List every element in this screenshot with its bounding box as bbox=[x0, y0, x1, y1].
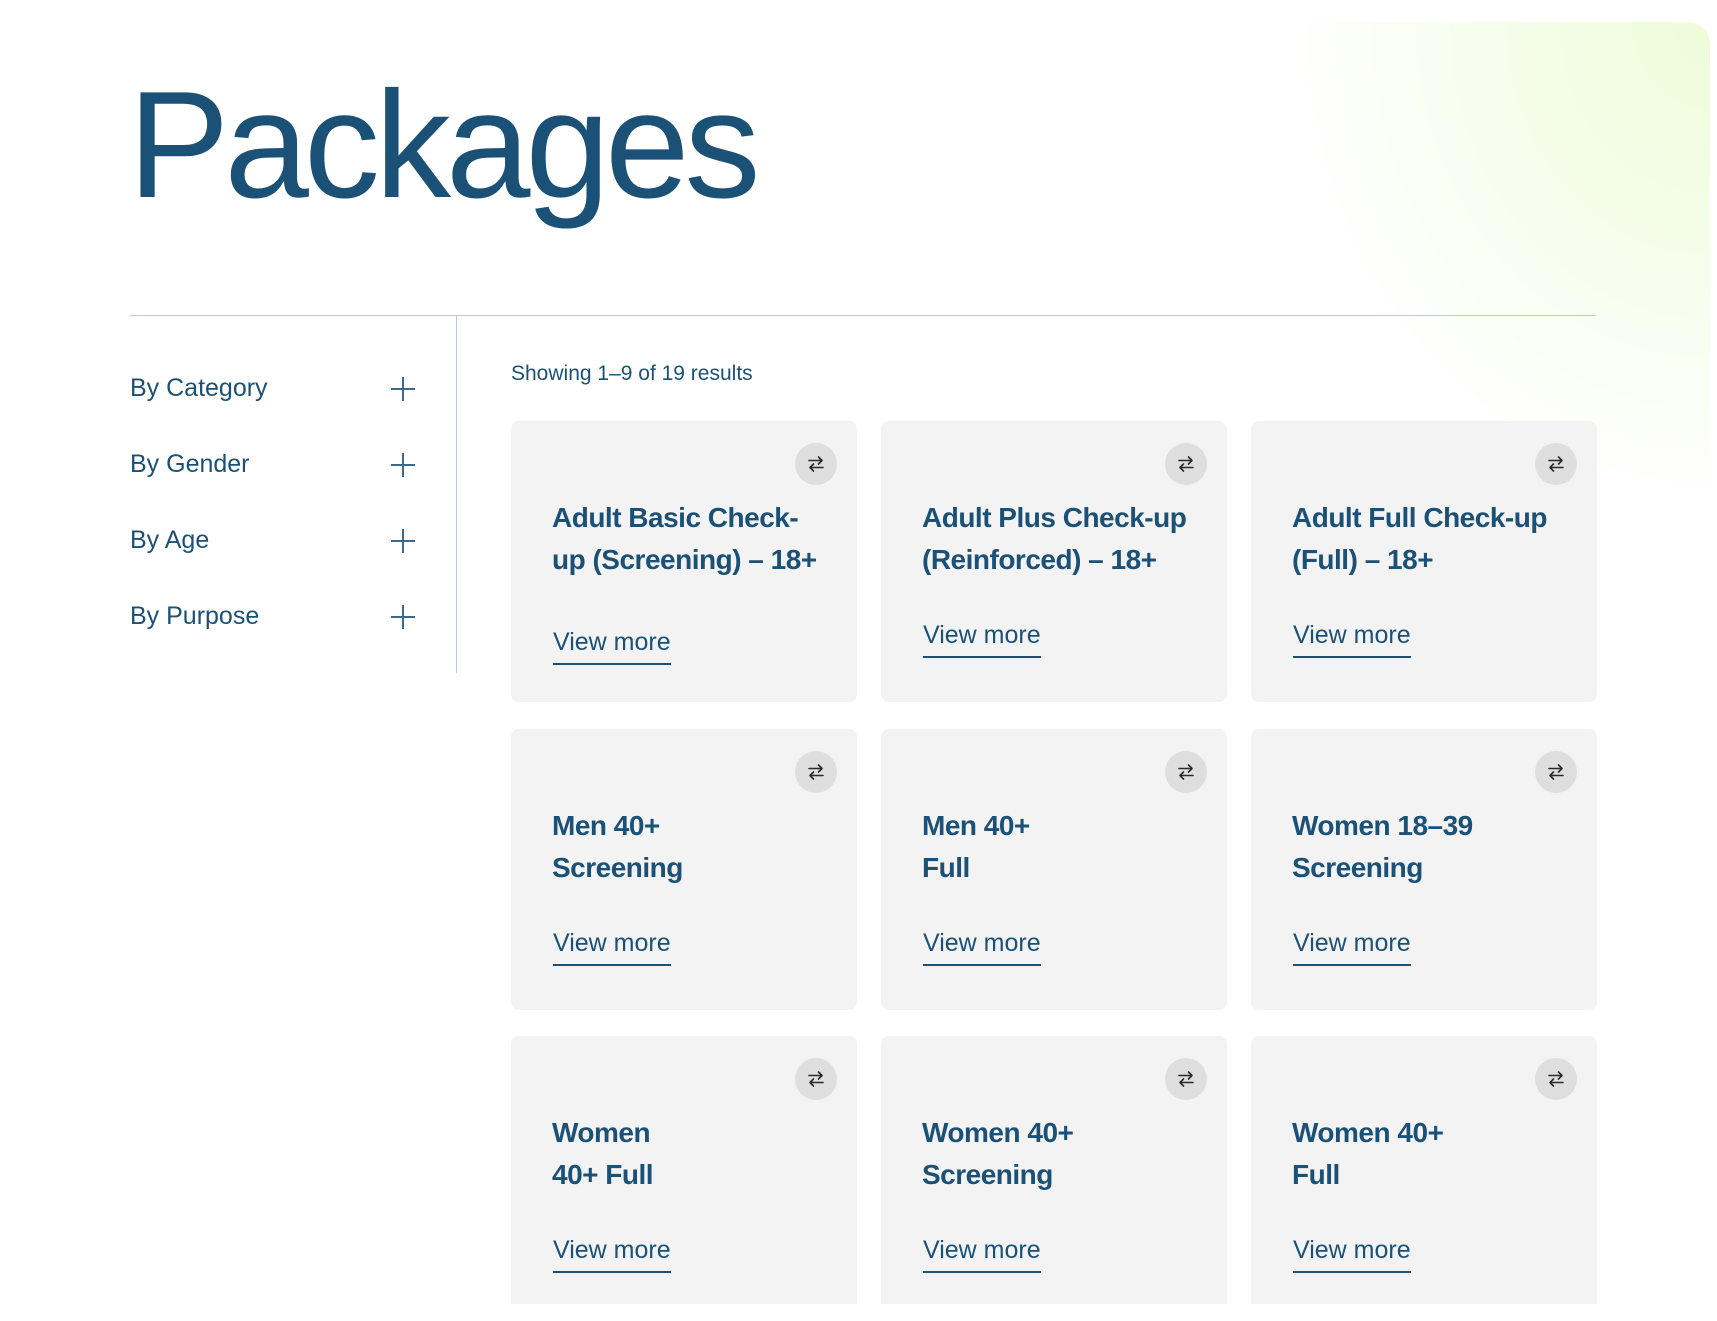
filter-by-purpose[interactable]: By Purpose bbox=[130, 600, 415, 676]
compare-button[interactable] bbox=[1165, 1058, 1207, 1100]
package-title: Men 40+ Screening bbox=[552, 810, 683, 883]
package-title: Women 40+ Full bbox=[1292, 1117, 1444, 1190]
plus-icon[interactable] bbox=[391, 377, 415, 401]
compare-arrows-icon bbox=[1548, 1071, 1564, 1087]
compare-button[interactable] bbox=[1165, 443, 1207, 485]
compare-arrows-icon bbox=[1548, 456, 1564, 472]
view-more-link[interactable]: View more bbox=[1293, 1236, 1411, 1273]
compare-button[interactable] bbox=[795, 443, 837, 485]
package-title: Women 18–39 Screening bbox=[1292, 810, 1473, 883]
package-card[interactable]: Women 40+ Full View more bbox=[1251, 1036, 1597, 1304]
package-card[interactable]: Women 18–39 Screening View more bbox=[1251, 729, 1597, 1010]
compare-button[interactable] bbox=[1535, 751, 1577, 793]
package-card[interactable]: Adult Plus Check-up (Reinforced) – 18+ V… bbox=[881, 421, 1227, 702]
package-card[interactable]: Adult Basic Check- up (Screening) – 18+ … bbox=[511, 421, 857, 702]
filter-label: By Category bbox=[130, 374, 268, 402]
package-title: Women 40+ Full bbox=[552, 1117, 654, 1190]
package-card[interactable]: Women 40+ Screening View more bbox=[881, 1036, 1227, 1304]
compare-arrows-icon bbox=[808, 456, 824, 472]
plus-icon[interactable] bbox=[391, 453, 415, 477]
filter-by-gender[interactable]: By Gender bbox=[130, 448, 415, 524]
view-more-link[interactable]: View more bbox=[553, 929, 671, 966]
filter-by-age[interactable]: By Age bbox=[130, 524, 415, 600]
package-title: Men 40+ Full bbox=[922, 810, 1030, 883]
compare-button[interactable] bbox=[1165, 751, 1207, 793]
view-more-link[interactable]: View more bbox=[923, 621, 1041, 658]
view-more-link[interactable]: View more bbox=[553, 628, 671, 665]
compare-arrows-icon bbox=[1178, 764, 1194, 780]
compare-button[interactable] bbox=[1535, 1058, 1577, 1100]
view-more-link[interactable]: View more bbox=[923, 929, 1041, 966]
compare-arrows-icon bbox=[1548, 764, 1564, 780]
package-title: Adult Full Check-up (Full) – 18+ bbox=[1292, 502, 1547, 575]
view-more-link[interactable]: View more bbox=[553, 1236, 671, 1273]
results-count: Showing 1–9 of 19 results bbox=[511, 362, 753, 385]
compare-button[interactable] bbox=[1535, 443, 1577, 485]
filter-label: By Gender bbox=[130, 450, 250, 478]
plus-icon[interactable] bbox=[391, 605, 415, 629]
filter-sidebar: By Category By Gender By Age By Purpose bbox=[130, 372, 415, 676]
compare-button[interactable] bbox=[795, 1058, 837, 1100]
package-title: Adult Basic Check- up (Screening) – 18+ bbox=[552, 502, 817, 575]
filter-label: By Purpose bbox=[130, 602, 260, 630]
package-card[interactable]: Men 40+ Full View more bbox=[881, 729, 1227, 1010]
package-card[interactable]: Women 40+ Full View more bbox=[511, 1036, 857, 1304]
compare-arrows-icon bbox=[808, 1071, 824, 1087]
filter-label: By Age bbox=[130, 526, 210, 554]
package-title: Adult Plus Check-up (Reinforced) – 18+ bbox=[922, 502, 1187, 575]
compare-button[interactable] bbox=[795, 751, 837, 793]
compare-arrows-icon bbox=[1178, 456, 1194, 472]
page-title: Packages bbox=[128, 60, 761, 230]
package-title: Women 40+ Screening bbox=[922, 1117, 1074, 1190]
filter-by-category[interactable]: By Category bbox=[130, 372, 415, 448]
view-more-link[interactable]: View more bbox=[1293, 929, 1411, 966]
package-card[interactable]: Adult Full Check-up (Full) – 18+ View mo… bbox=[1251, 421, 1597, 702]
compare-arrows-icon bbox=[808, 764, 824, 780]
view-more-link[interactable]: View more bbox=[923, 1236, 1041, 1273]
plus-icon[interactable] bbox=[391, 529, 415, 553]
view-more-link[interactable]: View more bbox=[1293, 621, 1411, 658]
compare-arrows-icon bbox=[1178, 1071, 1194, 1087]
sidebar-divider bbox=[456, 315, 457, 673]
package-card[interactable]: Men 40+ Screening View more bbox=[511, 729, 857, 1010]
header-divider bbox=[130, 315, 1596, 316]
